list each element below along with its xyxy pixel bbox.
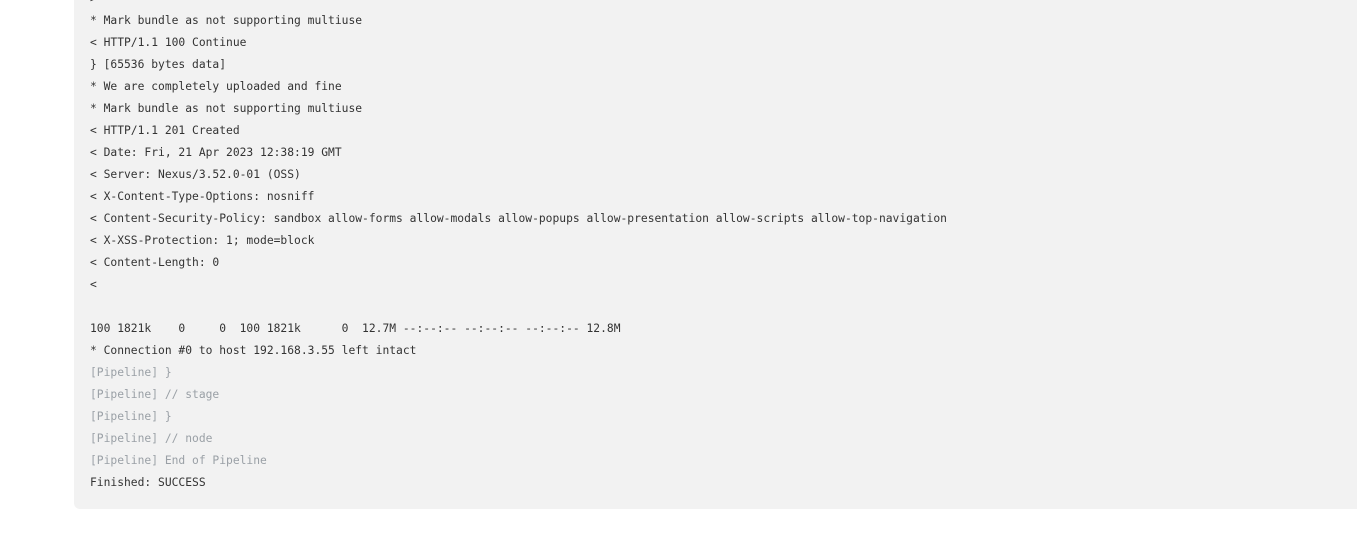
pipeline-line: [Pipeline] // stage xyxy=(90,388,220,401)
console-line: < X-XSS-Protection: 1; mode=block xyxy=(90,234,315,247)
console-line: < xyxy=(90,278,97,291)
console-line: < Content-Security-Policy: sandbox allow… xyxy=(90,212,947,225)
pipeline-line: [Pipeline] // node xyxy=(90,432,213,445)
console-line: * Mark bundle as not supporting multiuse xyxy=(90,14,363,27)
console-line: * Mark bundle as not supporting multiuse xyxy=(90,102,363,115)
console-line: < HTTP/1.1 100 Continue xyxy=(90,36,247,49)
console-line: * We are completely uploaded and fine xyxy=(90,80,342,93)
pipeline-line: [Pipeline] } xyxy=(90,410,172,423)
console-line: < Date: Fri, 21 Apr 2023 12:38:19 GMT xyxy=(90,146,342,159)
console-line: > xyxy=(90,0,1357,10)
console-line: } [65536 bytes data] xyxy=(90,58,227,71)
pipeline-line: [Pipeline] End of Pipeline xyxy=(90,454,267,467)
build-result-line: Finished: SUCCESS xyxy=(90,476,206,489)
console-line: < Content-Length: 0 xyxy=(90,256,220,269)
console-line: < X-Content-Type-Options: nosniff xyxy=(90,190,315,203)
console-line: < HTTP/1.1 201 Created xyxy=(90,124,240,137)
console-output: > * Mark bundle as not supporting multiu… xyxy=(74,0,1357,509)
console-line: * Connection #0 to host 192.168.3.55 lef… xyxy=(90,344,417,357)
console-line: < Server: Nexus/3.52.0-01 (OSS) xyxy=(90,168,301,181)
console-line-progress: 100 1821k 0 0 100 1821k 0 12.7M --:--:--… xyxy=(90,322,621,335)
pipeline-line: [Pipeline] } xyxy=(90,366,172,379)
